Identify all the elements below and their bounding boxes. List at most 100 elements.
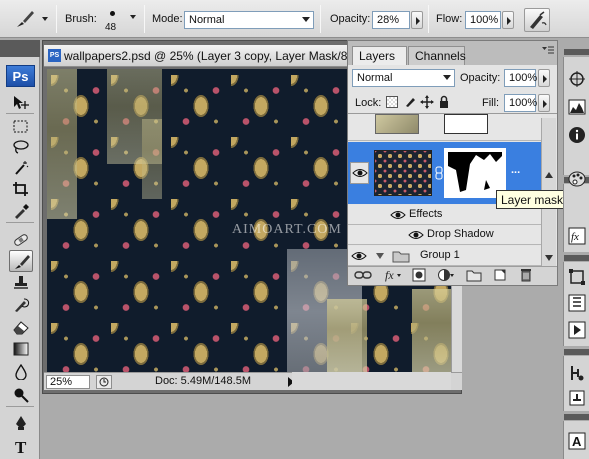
brush-size-value: 48 (105, 22, 117, 33)
fx-icon: fx (568, 227, 586, 245)
brush-size-picker[interactable]: 48 (100, 5, 140, 35)
pen-tool[interactable] (9, 412, 33, 434)
eraser-icon (13, 321, 29, 335)
toolbox-grip[interactable] (0, 40, 40, 57)
dock-grip[interactable] (564, 255, 589, 261)
history-panel-button[interactable] (568, 294, 586, 312)
blend-mode-select[interactable]: Normal (352, 69, 455, 87)
tool-divider (6, 406, 34, 407)
airbrush-button[interactable] (524, 8, 550, 32)
tool-divider (6, 113, 34, 114)
color-panel-button[interactable] (568, 170, 586, 188)
new-group-folder-icon[interactable] (466, 268, 482, 282)
move-tool[interactable] (9, 92, 33, 114)
blur-tool[interactable] (9, 361, 33, 383)
link-layers-icon[interactable] (354, 269, 372, 281)
opacity-value: 28% (377, 14, 400, 26)
lasso-icon (13, 140, 29, 154)
brush-tool[interactable] (9, 250, 33, 272)
histogram-icon (568, 99, 586, 115)
bandage-icon (14, 234, 28, 246)
flow-slider-button[interactable] (502, 11, 514, 29)
add-mask-icon[interactable] (412, 268, 426, 282)
actions-panel-button[interactable] (568, 321, 586, 339)
dodge-tool[interactable] (9, 384, 33, 406)
eye-icon[interactable] (351, 250, 367, 262)
tool-preset-picker[interactable] (14, 8, 50, 30)
clone-source-panel-button[interactable] (568, 389, 586, 407)
gradient-tool[interactable] (9, 338, 33, 360)
layer-style-fx-icon[interactable]: fx (384, 268, 402, 282)
lock-pixels-icon[interactable] (404, 96, 416, 108)
panel-menu-button[interactable] (541, 45, 555, 57)
eraser-tool[interactable] (9, 316, 33, 338)
dock-grip[interactable] (564, 349, 589, 355)
opacity-slider-button[interactable] (411, 11, 423, 29)
eye-icon[interactable] (408, 229, 424, 241)
adjustment-layer-icon[interactable] (437, 268, 455, 282)
trash-icon[interactable] (519, 267, 533, 282)
brush-dot-icon (110, 11, 115, 16)
history-brush-icon (15, 298, 30, 312)
dock-grip[interactable] (564, 49, 589, 55)
layer-row[interactable] (348, 114, 541, 141)
layer-opacity-input[interactable]: 100% (504, 69, 537, 87)
histogram-panel-button[interactable] (568, 98, 586, 116)
marquee-tool[interactable] (9, 116, 33, 138)
collapse-triangle-icon[interactable] (375, 252, 385, 260)
canvas-horizontal-scrollbar[interactable] (292, 372, 451, 390)
fill-slider-button[interactable] (538, 94, 550, 112)
lock-all-icon[interactable] (438, 95, 450, 109)
layer-thumbnail (375, 114, 419, 134)
crop-tool[interactable] (9, 178, 33, 200)
flow-input[interactable]: 100% (465, 11, 501, 29)
document-title: wallpapers2.psd @ 25% (Layer 3 copy, Lay… (64, 49, 352, 63)
chain-link-icon[interactable] (435, 166, 443, 180)
document-size-info: Doc: 5.49M/148.5M (155, 375, 251, 387)
history-brush-tool[interactable] (9, 294, 33, 316)
navigator-panel-button[interactable] (568, 70, 586, 88)
transform-panel-button[interactable] (568, 268, 586, 286)
opacity-input[interactable]: 28% (372, 11, 410, 29)
layer-thumbnail[interactable] (374, 150, 432, 196)
dock-grip[interactable] (564, 414, 589, 420)
lock-transparency-button[interactable] (386, 96, 398, 108)
new-layer-icon[interactable] (493, 268, 507, 282)
clone-source-icon (569, 390, 585, 406)
healing-brush-tool[interactable] (9, 229, 33, 251)
lasso-tool[interactable] (9, 136, 33, 158)
palette-icon (568, 171, 586, 187)
fill-input[interactable]: 100% (504, 94, 537, 112)
drop-icon (15, 364, 27, 380)
ps-logo: Ps (6, 65, 35, 87)
svg-text:A: A (572, 434, 582, 449)
tab-label: Channels (415, 49, 466, 63)
status-icon-button[interactable] (96, 375, 112, 389)
visibility-toggle[interactable] (350, 162, 369, 184)
group-row[interactable]: Group 1 (348, 246, 541, 266)
newspaper-overlay (47, 69, 77, 219)
tab-layers[interactable]: Layers × (352, 46, 407, 81)
layer-opacity-slider-button[interactable] (538, 69, 550, 87)
type-tool[interactable]: T (9, 435, 33, 457)
mode-select[interactable]: Normal (184, 11, 314, 29)
eyedropper-tool[interactable] (9, 200, 33, 222)
lock-position-icon[interactable] (420, 95, 434, 109)
drop-shadow-row[interactable]: Drop Shadow (348, 225, 541, 245)
dodge-icon (14, 388, 29, 403)
clone-stamp-tool[interactable] (9, 272, 33, 294)
layer-mask-thumbnail[interactable] (444, 114, 488, 134)
svg-text:fx: fx (385, 268, 394, 282)
eye-icon[interactable] (390, 209, 406, 221)
chevron-down-icon (443, 75, 451, 80)
info-panel-button[interactable] (568, 126, 586, 144)
magic-wand-tool[interactable] (9, 157, 33, 179)
scroll-up-arrow-icon[interactable] (544, 170, 554, 182)
styles-panel-button[interactable]: fx (568, 227, 586, 245)
tab-channels[interactable]: Channels (408, 46, 466, 65)
scroll-down-arrow-icon[interactable] (544, 253, 554, 263)
zoom-level-field[interactable]: 25% (46, 375, 90, 389)
character-panel-button[interactable]: A (568, 432, 586, 450)
tool-presets-panel-button[interactable] (568, 364, 586, 382)
svg-text:fx: fx (571, 231, 579, 243)
